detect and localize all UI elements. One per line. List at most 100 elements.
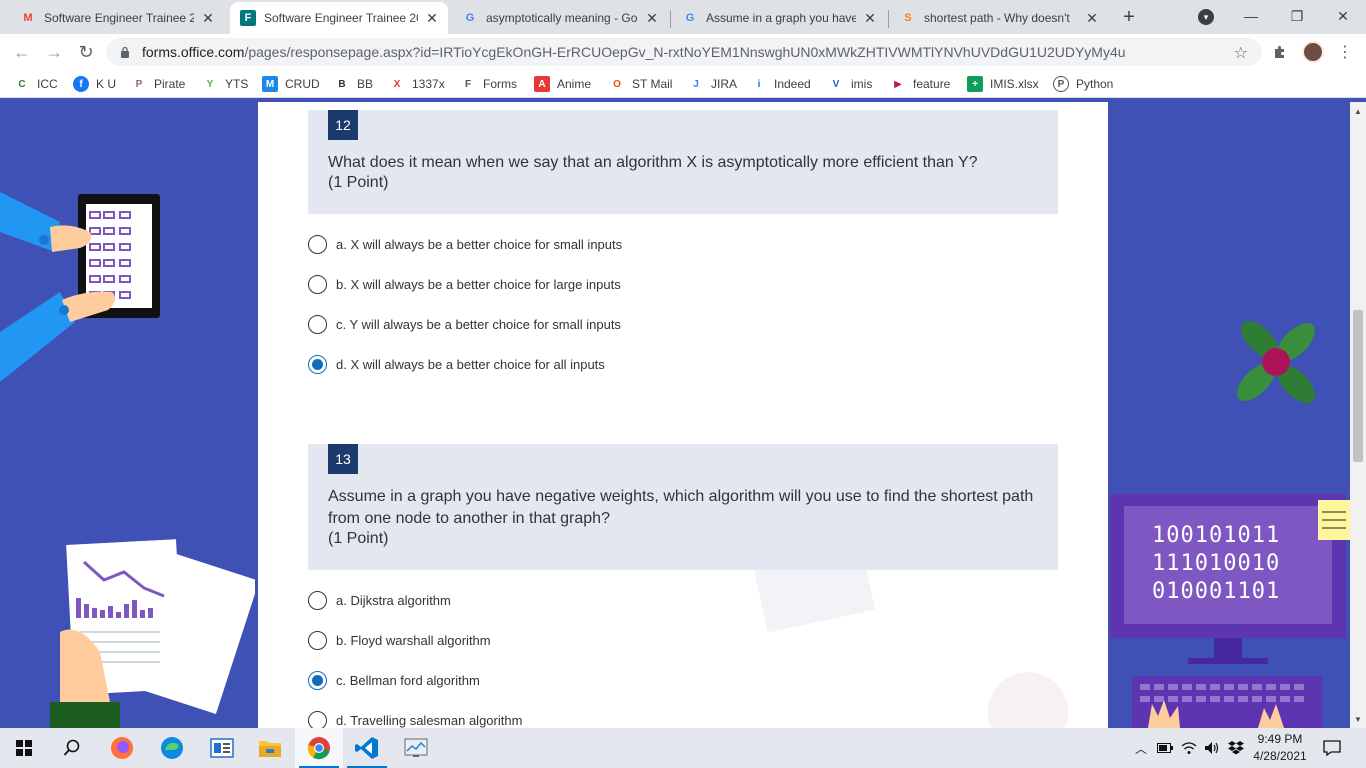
taskbar-performance-monitor[interactable] [392, 728, 440, 768]
question-number: 12 [328, 110, 358, 140]
notification-center-icon[interactable] [1322, 738, 1342, 758]
lock-icon[interactable] [118, 45, 132, 59]
bookmark-jira[interactable]: J JIRA [688, 76, 737, 92]
reload-button[interactable]: ↻ [74, 40, 98, 64]
bookmark-python[interactable]: P Python [1053, 76, 1113, 92]
edge-icon [161, 737, 183, 759]
bookmark-feature[interactable]: ▶ feature [890, 76, 950, 92]
new-tab-button[interactable]: + [1118, 6, 1140, 28]
anime-icon: A [534, 76, 550, 92]
bookmark-imis[interactable]: Vimis [828, 76, 873, 92]
icc-icon: C [18, 78, 26, 90]
wifi-icon[interactable] [1180, 740, 1198, 756]
taskbar-edge[interactable] [148, 728, 196, 768]
extensions-puzzle-icon[interactable] [1270, 42, 1290, 62]
battery-icon[interactable] [1156, 740, 1174, 756]
profile-avatar[interactable] [1302, 41, 1324, 63]
option-label: d. Travelling salesman algorithm [336, 712, 523, 728]
clock-time: 9:49 PM [1257, 732, 1303, 746]
q12-option-d[interactable]: d. X will always be a better choice for … [308, 353, 605, 375]
bookmark-label: Python [1076, 77, 1114, 91]
tab-forms-trainee[interactable]: F Software Engineer Trainee 20 ✕ [230, 2, 448, 34]
bookmark-icc[interactable]: C ICC [14, 76, 57, 92]
question-points: (1 Point) [328, 530, 389, 547]
scroll-up-arrow-icon[interactable]: ▲ [1350, 104, 1366, 118]
radio-button[interactable] [308, 590, 327, 610]
start-button[interactable] [0, 728, 48, 768]
tab-search-icon[interactable]: ▾ [1198, 9, 1214, 25]
close-icon[interactable]: ✕ [1084, 10, 1100, 26]
taskbar-vscode[interactable] [343, 728, 391, 768]
bookmark-star-icon[interactable]: ☆ [1234, 43, 1248, 63]
q12-option-a[interactable]: a. X will always be a better choice for … [308, 233, 622, 255]
bookmark-crud[interactable]: M CRUD [262, 76, 320, 92]
address-bar[interactable]: forms.office.com/pages/responsepage.aspx… [106, 38, 1262, 66]
taskbar-clock[interactable]: 9:49 PM 4/28/2021 [1250, 731, 1310, 765]
taskbar-explorer-window[interactable] [198, 728, 246, 768]
tab-stackoverflow[interactable]: S shortest path - Why doesn't ✕ [890, 2, 1108, 34]
bookmark-st-mail[interactable]: O ST Mail [609, 76, 672, 92]
bookmark-anime[interactable]: A Anime [534, 76, 591, 92]
q13-option-c[interactable]: c. Bellman ford algorithm [308, 669, 480, 691]
q12-option-c[interactable]: c. Y will always be a better choice for … [308, 313, 621, 335]
dropbox-icon[interactable] [1227, 740, 1245, 756]
close-icon[interactable]: ✕ [424, 10, 440, 26]
radio-button-selected[interactable] [308, 354, 327, 374]
radio-button-selected[interactable] [308, 670, 327, 690]
show-hidden-icons-chevron-icon[interactable]: ︿ [1132, 740, 1150, 756]
tab-separator [670, 10, 671, 28]
q12-option-b[interactable]: b. X will always be a better choice for … [308, 273, 621, 295]
folder-icon [259, 741, 281, 757]
close-icon[interactable]: ✕ [644, 10, 660, 26]
windows-taskbar: ︿ 9:49 PM 4/28/2021 [0, 728, 1366, 768]
scroll-down-arrow-icon[interactable]: ▼ [1350, 712, 1366, 726]
close-icon[interactable]: ✕ [862, 10, 878, 26]
bookmark-indeed[interactable]: i Indeed [751, 76, 811, 92]
url-host: forms.office.com [142, 44, 245, 60]
bookmark-imis-xlsx[interactable]: + IMIS.xlsx [967, 76, 1039, 92]
url-text[interactable]: forms.office.com/pages/responsepage.aspx… [142, 44, 1126, 60]
radio-button[interactable] [308, 274, 327, 294]
scroll-thumb[interactable] [1353, 310, 1363, 462]
volume-icon[interactable] [1203, 740, 1221, 756]
radio-button[interactable] [308, 630, 327, 650]
window-app-icon [210, 738, 234, 758]
tab-title: asymptotically meaning - Goo [486, 11, 638, 25]
forward-button[interactable]: → [42, 40, 66, 64]
bookmark-forms[interactable]: F Forms [460, 76, 517, 92]
bookmark-label: 1337x [412, 77, 445, 91]
bookmark-label: BB [357, 77, 374, 91]
radio-button[interactable] [308, 234, 327, 254]
bookmark-ku[interactable]: fK U [73, 76, 116, 92]
restore-button[interactable]: ❐ [1274, 4, 1320, 28]
back-button[interactable]: ← [10, 40, 34, 64]
page-scrollbar[interactable]: ▲ ▼ [1350, 102, 1366, 728]
browser-menu-icon[interactable]: ⋮ [1337, 42, 1353, 62]
radio-button[interactable] [308, 314, 327, 334]
q13-option-a[interactable]: a. Dijkstra algorithm [308, 589, 451, 611]
close-window-button[interactable]: ✕ [1320, 4, 1366, 28]
bookmark-pirate[interactable]: P Pirate [131, 76, 186, 92]
charts-paper-illustration [50, 539, 255, 728]
stackoverflow-icon: S [904, 12, 912, 24]
tab-gmail-trainee[interactable]: M Software Engineer Trainee 20 ✕ [10, 2, 224, 34]
tab-title: Assume in a graph you have [706, 11, 856, 25]
radio-button[interactable] [308, 710, 327, 728]
question-13-header: 13 Assume in a graph you have negative w… [308, 444, 1058, 570]
taskbar-file-explorer[interactable] [246, 728, 294, 768]
bookmark-1337x[interactable]: X 1337x [389, 76, 445, 92]
browser-toolbar: ← → ↻ forms.office.com/pages/responsepag… [0, 34, 1366, 70]
bookmark-yts[interactable]: Y YTS [202, 76, 249, 92]
binary-line: 111010010 [1152, 551, 1281, 576]
q13-option-b[interactable]: b. Floyd warshall algorithm [308, 629, 491, 651]
question-text: Assume in a graph you have negative weig… [328, 488, 1034, 527]
tab-google-asymptotically[interactable]: G asymptotically meaning - Goo ✕ [452, 2, 668, 34]
q13-option-d[interactable]: d. Travelling salesman algorithm [308, 709, 522, 728]
taskbar-chrome[interactable] [295, 728, 343, 768]
taskbar-firefox[interactable] [98, 728, 146, 768]
search-button[interactable] [48, 728, 96, 768]
close-icon[interactable]: ✕ [200, 10, 216, 26]
tab-google-graph[interactable]: G Assume in a graph you have ✕ [672, 2, 886, 34]
bookmark-bb[interactable]: B BB [334, 76, 373, 92]
minimize-button[interactable]: — [1228, 4, 1274, 28]
